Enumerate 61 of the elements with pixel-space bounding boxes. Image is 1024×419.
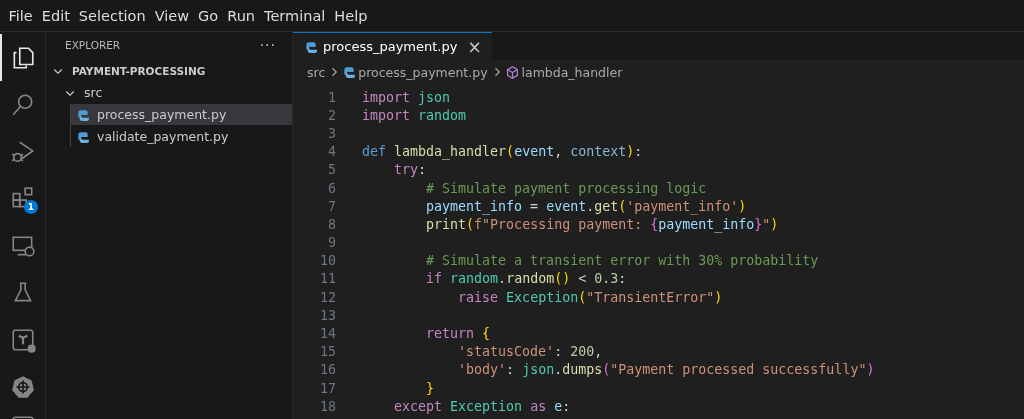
breadcrumb[interactable]: src <box>307 64 326 80</box>
code-line: 'body': json.dumps("Payment processed successfully") <box>457 362 875 378</box>
line-number: 5 <box>327 162 336 178</box>
code-line: try: <box>393 162 427 178</box>
line-number: 17 <box>319 380 336 396</box>
code-line: import json <box>362 89 451 105</box>
code-line: } <box>425 380 435 396</box>
tree-square-icon[interactable] <box>9 326 36 353</box>
line-number: 10 <box>319 253 336 269</box>
python-file-icon <box>77 108 89 121</box>
editor-tab[interactable]: process_payment.py × <box>293 32 492 60</box>
line-number: 8 <box>327 216 336 232</box>
code-line: payment_info = event.get('payment_info') <box>425 198 747 214</box>
line-number: 7 <box>327 198 336 214</box>
menu-item[interactable]: Terminal <box>259 7 330 24</box>
line-number: 12 <box>319 289 336 305</box>
wheel-icon[interactable] <box>9 373 36 400</box>
line-number: 2 <box>327 107 336 123</box>
code-line: # Simulate payment processing logic <box>425 180 707 196</box>
tree-item[interactable]: src <box>46 82 292 103</box>
close-button[interactable]: × <box>467 36 482 57</box>
more-button[interactable]: ··· <box>259 37 276 53</box>
menu-item[interactable]: File <box>4 7 38 24</box>
menu-item[interactable]: Run <box>222 7 260 24</box>
breadcrumb[interactable]: process_payment.py <box>358 64 488 80</box>
count-badge: 1 <box>24 200 38 214</box>
code-line: if random.random() < 0.3: <box>425 271 627 287</box>
menu-item[interactable]: Selection <box>74 7 151 24</box>
breadcrumb[interactable]: lambda_handler <box>521 64 623 80</box>
line-number: 14 <box>319 326 336 342</box>
tab-label: process_payment.py <box>323 39 458 54</box>
tree-item[interactable]: process_payment.py <box>71 104 292 125</box>
tree-item[interactable]: validate_payment.py <box>71 126 292 147</box>
panel-title: EXPLORER <box>65 39 121 51</box>
code-line: except Exception as e: <box>393 398 571 414</box>
code-line: import random <box>362 107 467 123</box>
code-line: return { <box>425 326 491 342</box>
line-number: 16 <box>319 362 336 378</box>
menu-item[interactable]: Go <box>193 7 223 24</box>
line-number: 18 <box>319 398 336 414</box>
line-number: 15 <box>319 344 336 360</box>
menu-item[interactable]: Edit <box>37 7 75 24</box>
code-line: print(f"Processing payment: {payment_info}") <box>425 216 779 232</box>
python-file-icon <box>77 130 89 143</box>
line-number: 13 <box>319 307 336 323</box>
line-number: 6 <box>327 180 336 196</box>
line-number: 4 <box>327 144 336 160</box>
cube-icon <box>505 65 519 79</box>
code-line: def lambda_handler(event, context): <box>362 144 643 160</box>
python-file-icon <box>343 66 356 78</box>
line-number: 1 <box>327 89 336 105</box>
menu-item[interactable]: Help <box>329 7 372 24</box>
tree-item[interactable]: PAYMENT-PROCESSING <box>46 60 292 81</box>
line-number: 9 <box>327 235 336 251</box>
line-number: 11 <box>319 271 336 287</box>
code-line: # Simulate a transient error with 30% probability <box>425 253 819 269</box>
code-line: 'statusCode': 200, <box>457 344 603 360</box>
menu-item[interactable]: View <box>150 7 194 24</box>
code-line: raise Exception("TransientError") <box>457 289 723 305</box>
line-number: 3 <box>327 125 336 141</box>
python-file-icon <box>305 40 317 53</box>
